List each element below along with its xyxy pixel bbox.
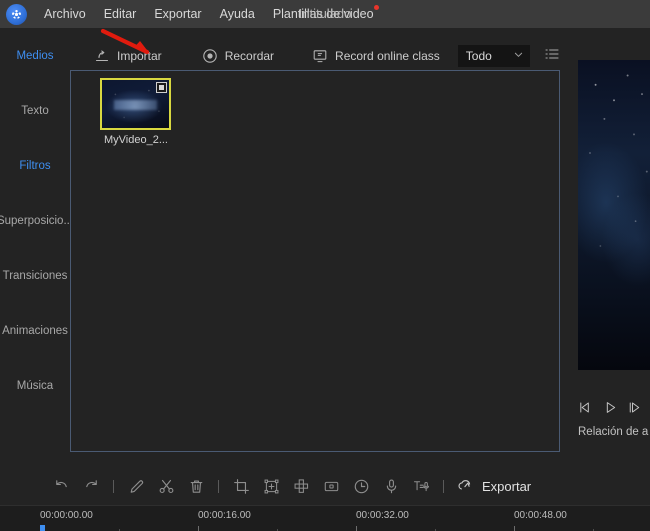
editing-toolbar: Exportar: [0, 468, 650, 505]
text-to-speech-icon[interactable]: [406, 472, 436, 502]
play-icon[interactable]: [603, 400, 618, 420]
preview-video-canvas[interactable]: [578, 60, 650, 370]
speed-clock-icon[interactable]: [346, 472, 376, 502]
timecode-label: 00:00:00.00: [40, 510, 93, 521]
sidebar-item-label: Medios: [16, 49, 54, 62]
timeline-playhead[interactable]: [40, 525, 45, 531]
toolbar-divider: [113, 480, 114, 493]
next-frame-icon[interactable]: [628, 400, 643, 420]
title-bar: Archivo Editar Exportar Ayuda Plantillas…: [0, 0, 650, 28]
list-view-toggle-button[interactable]: [544, 46, 560, 67]
new-badge-dot-icon: [373, 5, 379, 10]
export-cloud-icon: [457, 477, 474, 497]
edit-pencil-icon[interactable]: [121, 472, 151, 502]
menu-exportar-label: Exportar: [154, 7, 202, 21]
record-online-class-button[interactable]: Record online class: [306, 43, 446, 69]
media-item[interactable]: MyVideo_2...: [100, 78, 171, 150]
sidebar-item-label: Transiciones: [2, 269, 68, 282]
media-library-panel: MyVideo_2...: [70, 70, 560, 452]
video-editor-window: Archivo Editar Exportar Ayuda Plantillas…: [0, 0, 650, 531]
timecode-label: 00:00:32.00: [356, 510, 409, 521]
sidebar: Medios Texto Filtros Superposicio... Tra…: [0, 28, 70, 468]
menu-exportar[interactable]: Exportar: [145, 0, 210, 28]
list-view-icon: [544, 48, 560, 66]
menu-archivo[interactable]: Archivo: [35, 0, 95, 28]
sidebar-item-medios[interactable]: Medios: [0, 28, 70, 83]
undo-icon[interactable]: [46, 472, 76, 502]
aspect-ratio-label: Relación de a: [578, 426, 649, 438]
delete-trash-icon[interactable]: [181, 472, 211, 502]
timecode-label: 00:00:16.00: [198, 510, 251, 521]
menu-archivo-label: Archivo: [44, 7, 86, 21]
toolbar-divider: [443, 480, 444, 493]
film-reel-icon: [6, 3, 27, 25]
split-scissors-icon[interactable]: [151, 472, 181, 502]
import-button-label: Importar: [117, 49, 162, 63]
preview-panel: Relación de a: [570, 34, 650, 464]
preview-transport-controls: [578, 398, 650, 422]
timeline-tick: [356, 526, 357, 531]
menu-ayuda-label: Ayuda: [219, 7, 255, 21]
crop-icon[interactable]: [226, 472, 256, 502]
sidebar-item-label: Música: [16, 379, 54, 392]
media-item-label: MyVideo_2...: [103, 134, 168, 146]
media-thumbnail[interactable]: [100, 78, 171, 130]
timeline-tick: [514, 526, 515, 531]
menu-plantillas-de-video[interactable]: Plantillas de video: [264, 0, 383, 28]
import-arrow-icon: [94, 48, 110, 64]
media-toolbar: Importar Recordar Record online class To…: [70, 42, 560, 70]
chevron-down-icon: [513, 49, 524, 63]
sidebar-item-musica[interactable]: Música: [0, 358, 70, 413]
menu-editar[interactable]: Editar: [95, 0, 146, 28]
previous-frame-icon[interactable]: [578, 400, 593, 420]
sidebar-item-texto[interactable]: Texto: [0, 83, 70, 138]
menu-editar-label: Editar: [103, 7, 137, 21]
screen-record-icon: [312, 48, 328, 64]
sidebar-item-filtros[interactable]: Filtros: [0, 138, 70, 193]
sidebar-item-label: Texto: [21, 104, 49, 117]
export-button[interactable]: Exportar: [457, 477, 531, 497]
redo-icon[interactable]: [76, 472, 106, 502]
timeline-tick: [198, 526, 199, 531]
add-to-timeline-icon[interactable]: [156, 82, 167, 93]
sidebar-item-label: Filtros: [19, 159, 51, 172]
sidebar-item-label: Superposicio...: [0, 214, 70, 227]
timeline-ruler[interactable]: 00:00:00.00 00:00:16.00 00:00:32.00 00:0…: [0, 505, 650, 531]
mosaic-icon[interactable]: [286, 472, 316, 502]
sidebar-item-label: Animaciones: [2, 324, 68, 337]
menu-plantillas-label: Plantillas de video: [272, 7, 374, 21]
timecode-label: 00:00:48.00: [514, 510, 567, 521]
record-button[interactable]: Recordar: [196, 43, 280, 69]
record-online-class-label: Record online class: [335, 49, 440, 63]
record-circle-icon: [202, 48, 218, 64]
voice-record-icon[interactable]: [376, 472, 406, 502]
sidebar-item-animaciones[interactable]: Animaciones: [0, 303, 70, 358]
export-button-label: Exportar: [482, 479, 532, 494]
import-button[interactable]: Importar: [88, 43, 168, 69]
media-filter-value: Todo: [465, 49, 492, 63]
freeze-frame-icon[interactable]: [316, 472, 346, 502]
media-filter-select[interactable]: Todo: [457, 45, 530, 67]
menu-ayuda[interactable]: Ayuda: [211, 0, 264, 28]
sidebar-item-transiciones[interactable]: Transiciones: [0, 248, 70, 303]
record-button-label: Recordar: [224, 49, 275, 63]
transform-icon[interactable]: [256, 472, 286, 502]
sidebar-item-superposiciones[interactable]: Superposicio...: [0, 193, 70, 248]
toolbar-divider: [218, 480, 219, 493]
